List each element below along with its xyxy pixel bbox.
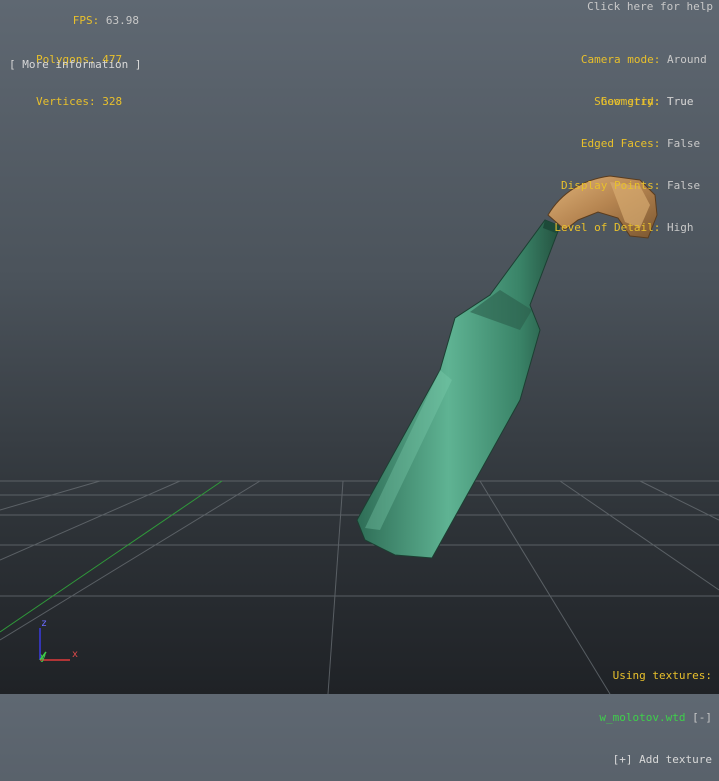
geometry-toggle[interactable]: Geometry: True	[554, 95, 711, 109]
textures-panel: Using textures: w_molotov.wtd [-] [+] Ad…	[599, 641, 712, 781]
lod-value: High	[667, 221, 694, 234]
more-information-link[interactable]: [ More information ]	[9, 58, 141, 72]
vertices-label: Vertices:	[36, 95, 96, 108]
camera-mode-label: Camera mode:	[580, 53, 661, 66]
geometry-value: True	[667, 95, 694, 108]
display-points-label: Display Points:	[561, 179, 661, 192]
axis-y-label: y	[40, 652, 46, 663]
level-of-detail-toggle[interactable]: Level of Detail: High	[554, 221, 711, 235]
add-texture-button[interactable]: [+] Add texture	[599, 753, 712, 767]
lod-label: Level of Detail:	[554, 221, 661, 234]
render-settings: Geometry: True Edged Faces: False Displa…	[554, 67, 711, 249]
fps-readout: FPS: 63.98	[0, 0, 139, 28]
camera-mode-toggle[interactable]: Camera mode: Around	[581, 53, 711, 67]
mesh-stats: Polygons: 477 Vertices: 328	[36, 25, 122, 123]
axis-z-label: z	[41, 618, 47, 629]
edged-faces-toggle[interactable]: Edged Faces: False	[554, 137, 711, 151]
texture-item: w_molotov.wtd [-]	[599, 711, 712, 725]
vertices-value: 328	[102, 95, 123, 108]
camera-mode-value: Around	[667, 53, 707, 66]
geometry-label: Geometry:	[600, 95, 661, 108]
remove-texture-button[interactable]: [-]	[692, 711, 712, 724]
display-points-value: False	[667, 179, 701, 192]
axis-gizmo: z y x	[39, 618, 78, 663]
textures-heading: Using textures:	[612, 669, 712, 682]
texture-name[interactable]: w_molotov.wtd	[599, 711, 685, 724]
display-points-toggle[interactable]: Display Points: False	[554, 179, 711, 193]
help-link[interactable]: Click here for help	[587, 0, 713, 14]
axis-x-label: x	[72, 649, 78, 660]
edged-faces-value: False	[667, 137, 701, 150]
grid-axis-line	[0, 480, 223, 633]
edged-faces-label: Edged Faces:	[580, 137, 661, 150]
